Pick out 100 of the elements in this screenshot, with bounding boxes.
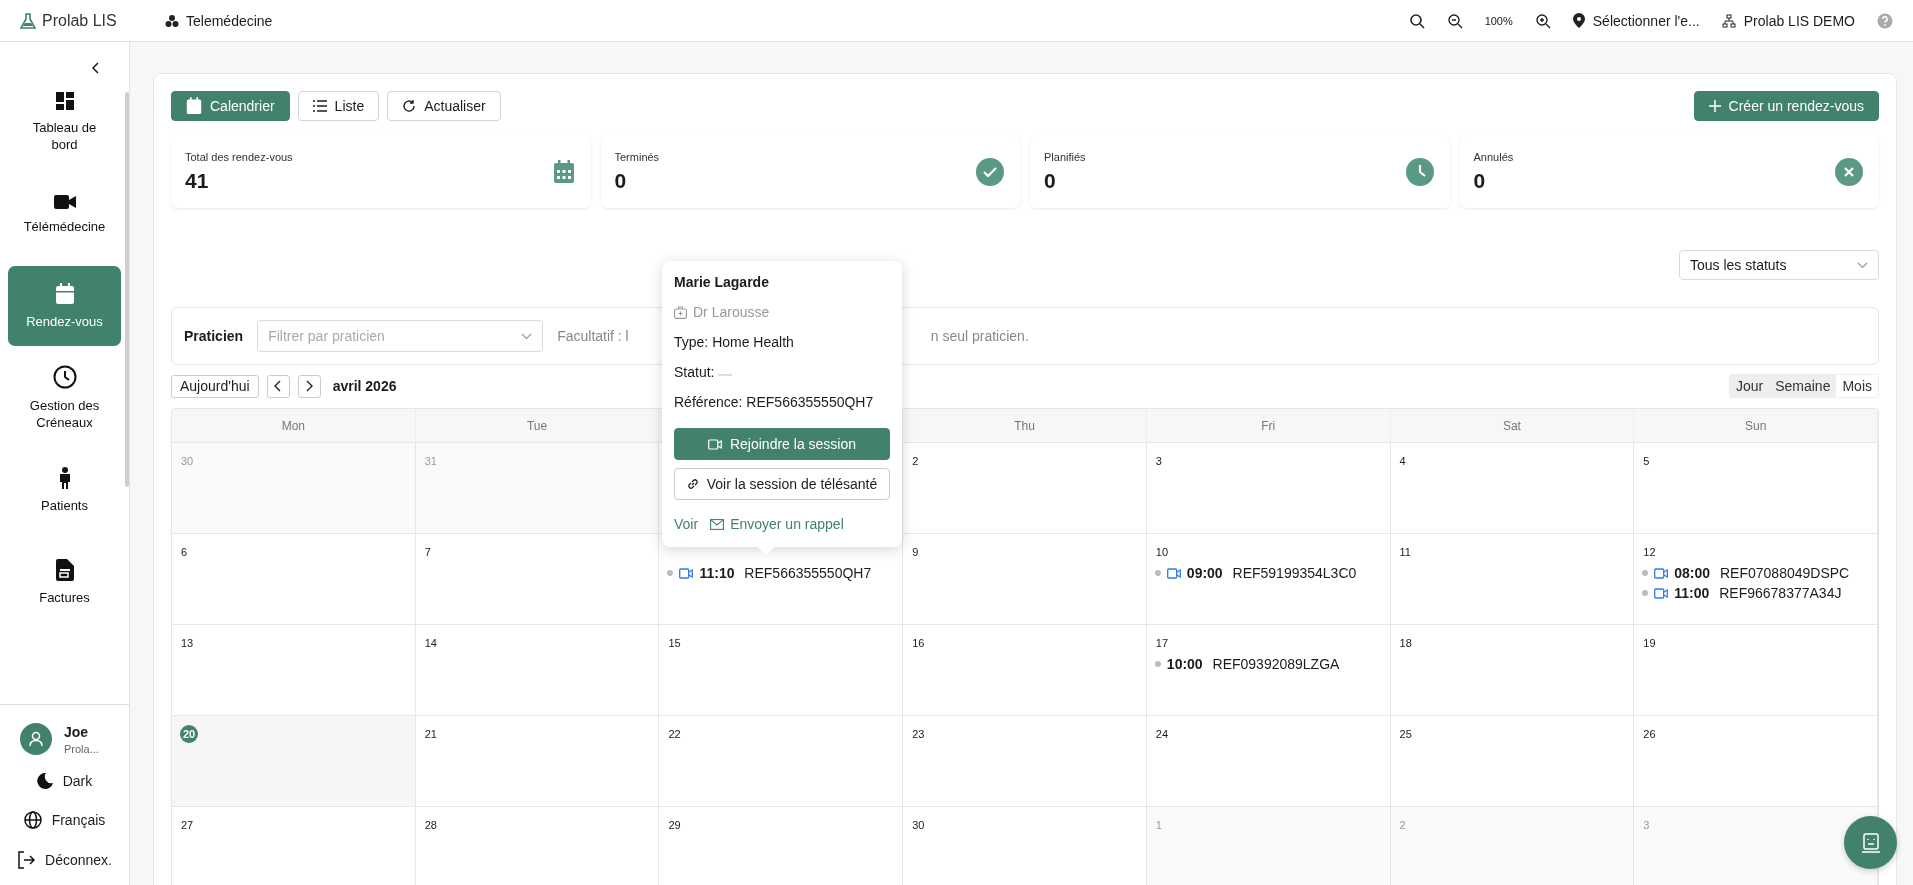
day-number: 7	[423, 545, 432, 560]
day-number: 2	[911, 454, 920, 469]
chevron-left-icon	[274, 380, 283, 392]
list-view-button[interactable]: Liste	[297, 91, 380, 121]
sidebar-item[interactable]: Gestion des Créneaux	[8, 358, 121, 438]
day-cell[interactable]: 10 09:00 REF59199354L3C0	[1146, 534, 1391, 624]
day-cell[interactable]: 16	[903, 625, 1147, 715]
sidebar-footer-item[interactable]: Français	[0, 807, 129, 833]
logout-icon	[17, 851, 36, 869]
chevron-down-icon	[1857, 261, 1868, 269]
sidebar-footer-item[interactable]: Dark	[0, 769, 129, 793]
day-number: 1	[1154, 818, 1163, 833]
send-reminder-link[interactable]: Envoyer un rappel	[710, 516, 844, 532]
day-cell[interactable]: 23	[903, 716, 1147, 806]
molecule-icon	[165, 13, 179, 28]
sidebar-item[interactable]: Rendez-vous	[8, 266, 121, 346]
calendar-event[interactable]: 11:00 REF96678377A34J	[1642, 585, 1842, 601]
brand-name: Prolab LIS	[42, 11, 117, 30]
video-icon	[679, 567, 694, 579]
appointment-type: Type: Home Health	[674, 334, 794, 350]
day-number: 27	[180, 818, 195, 833]
day-cell[interactable]: 12 08:00 REF07088049DSPC 11:00 REF96678377A34J	[1634, 534, 1878, 624]
search-icon[interactable]	[1408, 12, 1425, 29]
day-number: 23	[911, 727, 926, 742]
day-cell[interactable]: 14	[415, 625, 660, 715]
view-mode-tab[interactable]: Mois	[1836, 375, 1878, 397]
stat-label: Terminés	[614, 151, 660, 163]
next-button[interactable]	[297, 374, 321, 398]
day-cell[interactable]: 19	[1634, 625, 1878, 715]
day-cell[interactable]: 4	[1390, 443, 1635, 533]
day-number: 5	[1642, 454, 1651, 469]
video-icon	[1166, 567, 1181, 579]
day-cell[interactable]: 17 10:00 REF09392089LZGA	[1146, 625, 1391, 715]
day-cell[interactable]: 20	[172, 716, 416, 806]
previous-button[interactable]	[266, 374, 290, 398]
location-selector[interactable]: Sélectionner l'e...	[1572, 12, 1700, 29]
calendar-event[interactable]: 08:00 REF07088049DSPC	[1642, 565, 1850, 581]
day-cell[interactable]: 22	[659, 716, 904, 806]
view-mode-tab[interactable]: Semaine	[1769, 375, 1837, 397]
refresh-button[interactable]: Actualiser	[387, 91, 501, 121]
scrollbar[interactable]	[125, 92, 129, 487]
hierarchy-icon	[1721, 13, 1736, 28]
dashboard-icon	[54, 91, 75, 111]
day-cell[interactable]: 26	[1634, 716, 1878, 806]
stat-value: 41	[185, 169, 210, 193]
zoom-out-icon[interactable]	[1446, 12, 1463, 29]
help-icon[interactable]	[1877, 12, 1893, 29]
status-filter[interactable]: Tous les statuts	[1679, 250, 1879, 280]
day-cell[interactable]: 21	[415, 716, 660, 806]
zoom-in-icon[interactable]	[1534, 12, 1551, 29]
calendar-event[interactable]: 11:10 REF566355550QH7	[667, 565, 872, 581]
day-cell[interactable]: 25	[1390, 716, 1635, 806]
organization-selector[interactable]: Prolab LIS DEMO	[1721, 12, 1855, 29]
stat-label: Planifiés	[1044, 151, 1086, 163]
day-cell[interactable]: 5	[1634, 443, 1878, 533]
day-cell[interactable]: 11	[1390, 534, 1635, 624]
day-number: 3	[1154, 454, 1163, 469]
day-cell[interactable]: 24	[1146, 716, 1391, 806]
sidebar-footer-item[interactable]: Déconnex.	[0, 847, 129, 873]
view-mode-tab[interactable]: Jour	[1729, 375, 1770, 397]
video-icon	[1654, 587, 1669, 599]
sidebar-item[interactable]: Télémédecine	[8, 174, 121, 254]
day-cell[interactable]: 13	[172, 625, 416, 715]
day-cell[interactable]: 9	[903, 534, 1147, 624]
check-circle-icon	[976, 158, 1004, 186]
create-appointment-button[interactable]: Créer un rendez-vous	[1693, 91, 1879, 121]
calendar-event[interactable]: 10:00 REF09392089LZGA	[1154, 656, 1340, 672]
view-session-button[interactable]: Voir la session de télésanté	[674, 468, 890, 500]
stat-label: Total des rendez-vous	[185, 151, 293, 163]
sidebar-item[interactable]: Tableau de bord	[8, 82, 121, 162]
day-cell[interactable]: 27	[172, 807, 416, 885]
day-cell[interactable]: 29	[659, 807, 904, 885]
collapse-chevron-icon[interactable]	[91, 62, 101, 74]
day-cell[interactable]: 18	[1390, 625, 1635, 715]
day-number: 18	[1398, 636, 1413, 651]
day-number: 2	[1398, 818, 1407, 833]
chevron-right-icon	[305, 380, 314, 392]
video-icon	[1654, 567, 1669, 579]
status-label: Statut:	[674, 364, 715, 380]
calendar-event[interactable]: 09:00 REF59199354L3C0	[1154, 565, 1357, 581]
today-button[interactable]: Aujourd'hui	[171, 374, 259, 398]
practitioner-select[interactable]: Filtrer par praticien	[257, 320, 544, 352]
day-cell[interactable]: 30	[903, 807, 1147, 885]
sidebar-item[interactable]: Patients	[8, 450, 121, 530]
day-cell[interactable]: 3	[1146, 443, 1391, 533]
day-cell[interactable]: 15	[659, 625, 904, 715]
join-session-button[interactable]: Rejoindre la session	[674, 428, 890, 460]
calendar-view-button[interactable]: Calendrier	[171, 91, 290, 121]
day-number: 26	[1642, 727, 1657, 742]
view-link[interactable]: Voir	[674, 516, 699, 532]
day-cell[interactable]: 2	[903, 443, 1147, 533]
sidebar-item[interactable]: Factures	[8, 542, 121, 622]
day-number: 20	[180, 725, 199, 743]
day-number: 25	[1398, 727, 1413, 742]
day-cell[interactable]: 6	[172, 534, 416, 624]
day-number: 16	[911, 636, 926, 651]
day-cell[interactable]: 7	[415, 534, 660, 624]
avatar[interactable]	[20, 723, 52, 755]
day-number: 4	[1398, 454, 1407, 469]
day-cell[interactable]: 28	[415, 807, 660, 885]
